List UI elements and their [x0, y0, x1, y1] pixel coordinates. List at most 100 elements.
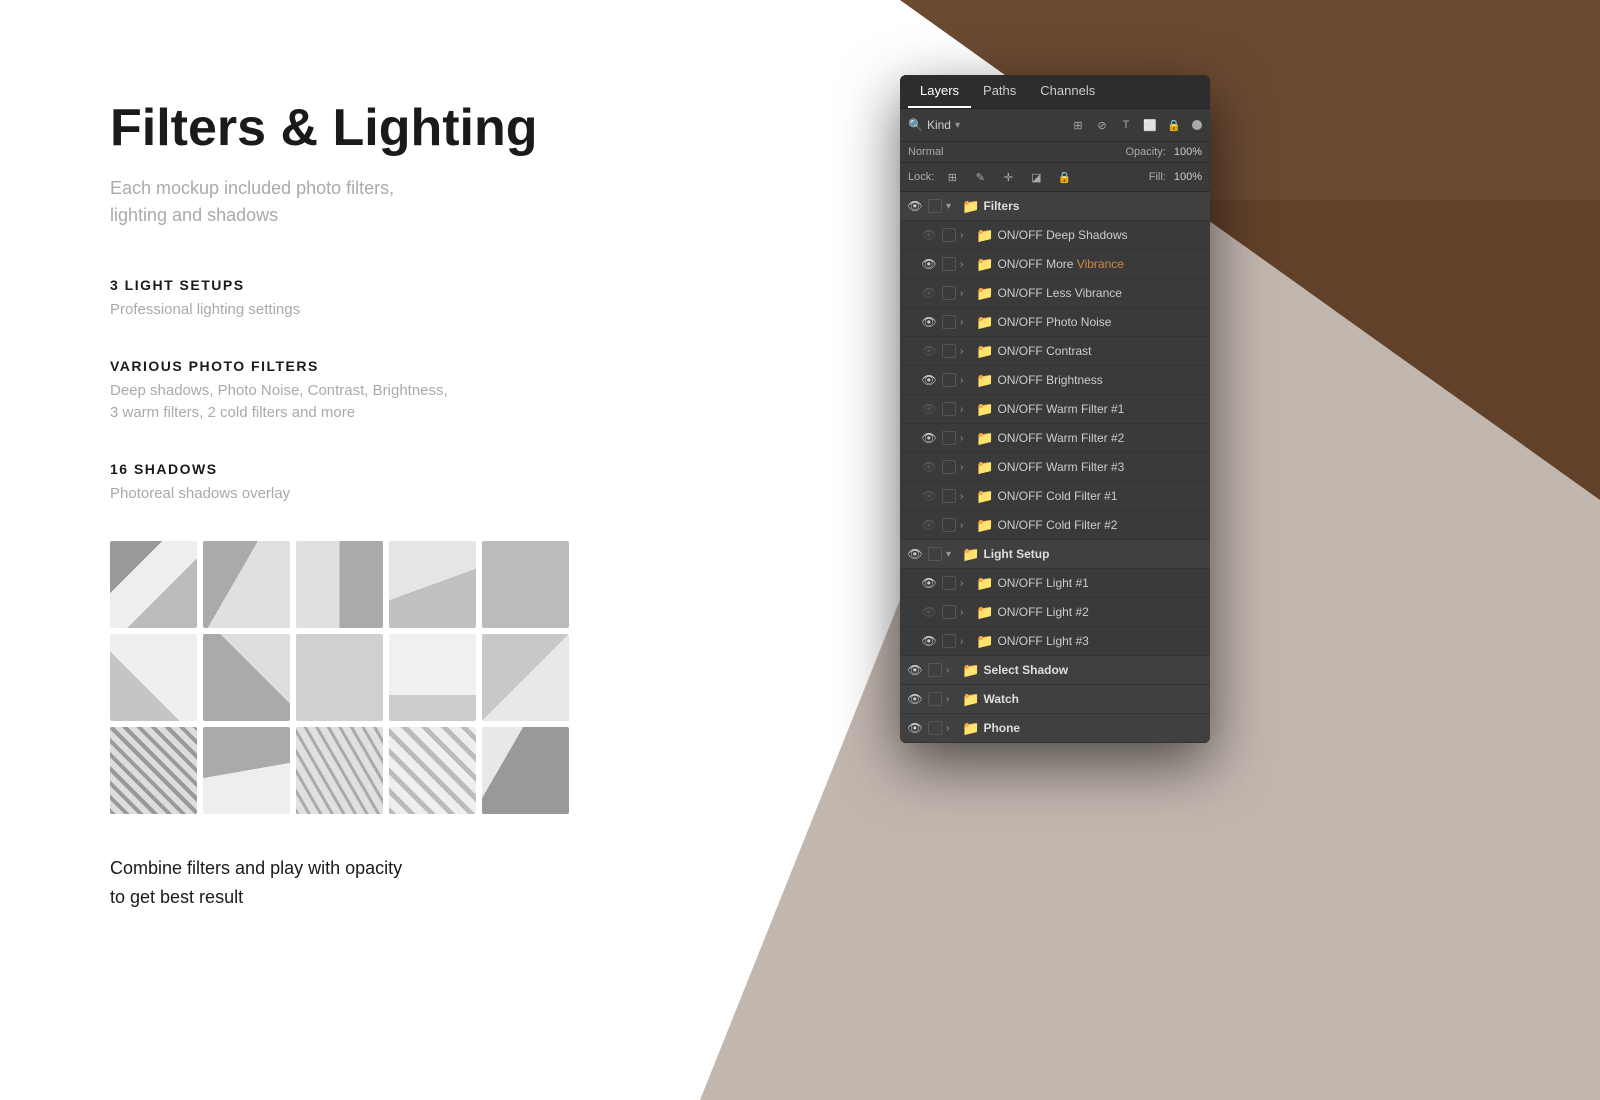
- expand-contrast[interactable]: ›: [960, 346, 972, 357]
- eye-light-3[interactable]: 👁: [920, 632, 938, 650]
- expand-less-vibrance[interactable]: ›: [960, 288, 972, 299]
- check-light-2: [942, 605, 956, 619]
- expand-light-1[interactable]: ›: [960, 578, 972, 589]
- layer-less-vibrance[interactable]: 👁 › 📁 ON/OFF Less Vibrance: [900, 279, 1210, 308]
- eye-brightness[interactable]: 👁: [920, 371, 938, 389]
- eye-phone[interactable]: 👁: [906, 719, 924, 737]
- group-watch-name: Watch: [983, 692, 1204, 706]
- layer-contrast[interactable]: 👁 › 📁 ON/OFF Contrast: [900, 337, 1210, 366]
- expand-cold-filter-1[interactable]: ›: [960, 491, 972, 502]
- layer-warm-filter-1[interactable]: 👁 › 📁 ON/OFF Warm Filter #1: [900, 395, 1210, 424]
- group-select-shadow[interactable]: 👁 › 📁 Select Shadow: [900, 656, 1210, 685]
- eye-select-shadow[interactable]: 👁: [906, 661, 924, 679]
- layer-cold-filter-1[interactable]: 👁 › 📁 ON/OFF Cold Filter #1: [900, 482, 1210, 511]
- check-deep-shadows: [942, 228, 956, 242]
- filter-toggle-dot[interactable]: [1192, 120, 1202, 130]
- opacity-value[interactable]: 100%: [1174, 146, 1202, 158]
- tab-paths[interactable]: Paths: [971, 75, 1028, 108]
- expand-cold-filter-2[interactable]: ›: [960, 520, 972, 531]
- eye-light-setup[interactable]: 👁: [906, 545, 924, 563]
- lock-icon-all[interactable]: 🔒: [1054, 167, 1074, 187]
- layer-more-vibrance[interactable]: 👁 › 📁 ON/OFF More Vibrance: [900, 250, 1210, 279]
- section-label-filters: Various Photo Filters: [110, 358, 790, 374]
- layer-more-vibrance-name: ON/OFF More Vibrance: [997, 257, 1204, 271]
- check-select-shadow: [928, 663, 942, 677]
- eye-warm-filter-1[interactable]: 👁: [920, 400, 938, 418]
- eye-cold-filter-1[interactable]: 👁: [920, 487, 938, 505]
- layer-contrast-name: ON/OFF Contrast: [997, 344, 1204, 358]
- group-phone[interactable]: 👁 › 📁 Phone: [900, 714, 1210, 743]
- check-phone: [928, 721, 942, 735]
- eye-watch[interactable]: 👁: [906, 690, 924, 708]
- fill-value[interactable]: 100%: [1174, 171, 1202, 183]
- eye-light-1[interactable]: 👁: [920, 574, 938, 592]
- filter-icon-text[interactable]: T: [1116, 115, 1136, 135]
- lock-icon-artboard[interactable]: ✛: [998, 167, 1018, 187]
- group-filters-name: Filters: [983, 199, 1204, 213]
- expand-warm-filter-1[interactable]: ›: [960, 404, 972, 415]
- expand-phone[interactable]: ›: [946, 723, 958, 734]
- expand-watch[interactable]: ›: [946, 694, 958, 705]
- shadow-thumb-3: [296, 541, 383, 628]
- eye-cold-filter-2[interactable]: 👁: [920, 516, 938, 534]
- shadow-thumb-4: [389, 541, 476, 628]
- shadow-thumb-5: [482, 541, 569, 628]
- lock-icon-draw[interactable]: ✎: [970, 167, 990, 187]
- lock-icon-move[interactable]: ⊞: [942, 167, 962, 187]
- expand-more-vibrance[interactable]: ›: [960, 259, 972, 270]
- eye-warm-filter-3[interactable]: 👁: [920, 458, 938, 476]
- tab-layers[interactable]: Layers: [908, 75, 971, 108]
- eye-filters[interactable]: 👁: [906, 197, 924, 215]
- layer-photo-noise-name: ON/OFF Photo Noise: [997, 315, 1204, 329]
- folder-warm-filter-2-icon: 📁: [976, 430, 993, 447]
- expand-warm-filter-3[interactable]: ›: [960, 462, 972, 473]
- folder-warm-filter-1-icon: 📁: [976, 401, 993, 418]
- expand-filters[interactable]: ▾: [946, 201, 958, 212]
- layer-cold-filter-2[interactable]: 👁 › 📁 ON/OFF Cold Filter #2: [900, 511, 1210, 540]
- eye-contrast[interactable]: 👁: [920, 342, 938, 360]
- filter-icon-shape[interactable]: ⬜: [1140, 115, 1160, 135]
- expand-deep-shadows[interactable]: ›: [960, 230, 972, 241]
- filter-icon-lock[interactable]: 🔒: [1164, 115, 1184, 135]
- group-watch[interactable]: 👁 › 📁 Watch: [900, 685, 1210, 714]
- filter-bar: 🔍 Kind ▾ ⊞ ⊘ T ⬜ 🔒: [900, 109, 1210, 142]
- filter-icon-circle[interactable]: ⊘: [1092, 115, 1112, 135]
- check-light-1: [942, 576, 956, 590]
- layer-light-3[interactable]: 👁 › 📁 ON/OFF Light #3: [900, 627, 1210, 656]
- layer-deep-shadows[interactable]: 👁 › 📁 ON/OFF Deep Shadows: [900, 221, 1210, 250]
- group-filters[interactable]: 👁 ▾ 📁 Filters: [900, 192, 1210, 221]
- group-select-shadow-name: Select Shadow: [983, 663, 1204, 677]
- eye-less-vibrance[interactable]: 👁: [920, 284, 938, 302]
- eye-photo-noise[interactable]: 👁: [920, 313, 938, 331]
- expand-warm-filter-2[interactable]: ›: [960, 433, 972, 444]
- expand-brightness[interactable]: ›: [960, 375, 972, 386]
- filter-icon-img[interactable]: ⊞: [1068, 115, 1088, 135]
- expand-light-3[interactable]: ›: [960, 636, 972, 647]
- eye-light-2[interactable]: 👁: [920, 603, 938, 621]
- layers-list: 👁 ▾ 📁 Filters 👁 › 📁 ON/OFF Deep Shadows …: [900, 192, 1210, 743]
- layer-warm-filter-2[interactable]: 👁 › 📁 ON/OFF Warm Filter #2: [900, 424, 1210, 453]
- layer-light-2[interactable]: 👁 › 📁 ON/OFF Light #2: [900, 598, 1210, 627]
- subtitle: Each mockup included photo filters,light…: [110, 175, 790, 229]
- eye-warm-filter-2[interactable]: 👁: [920, 429, 938, 447]
- layer-light-1[interactable]: 👁 › 📁 ON/OFF Light #1: [900, 569, 1210, 598]
- group-light-setup[interactable]: 👁 ▾ 📁 Light Setup: [900, 540, 1210, 569]
- eye-deep-shadows[interactable]: 👁: [920, 226, 938, 244]
- expand-light-2[interactable]: ›: [960, 607, 972, 618]
- layer-photo-noise[interactable]: 👁 › 📁 ON/OFF Photo Noise: [900, 308, 1210, 337]
- section-label-light: 3 Light Setups: [110, 277, 790, 293]
- search-icon: 🔍: [908, 118, 923, 132]
- layer-brightness[interactable]: 👁 › 📁 ON/OFF Brightness: [900, 366, 1210, 395]
- check-filters: [928, 199, 942, 213]
- section-label-shadows: 16 Shadows: [110, 461, 790, 477]
- expand-photo-noise[interactable]: ›: [960, 317, 972, 328]
- folder-brightness-icon: 📁: [976, 372, 993, 389]
- tab-channels[interactable]: Channels: [1028, 75, 1107, 108]
- section-desc-filters: Deep shadows, Photo Noise, Contrast, Bri…: [110, 380, 790, 425]
- expand-select-shadow[interactable]: ›: [946, 665, 958, 676]
- expand-light-setup[interactable]: ▾: [946, 549, 958, 560]
- folder-more-vibrance-icon: 📁: [976, 256, 993, 273]
- layer-warm-filter-3[interactable]: 👁 › 📁 ON/OFF Warm Filter #3: [900, 453, 1210, 482]
- eye-more-vibrance[interactable]: 👁: [920, 255, 938, 273]
- lock-icon-position[interactable]: ◪: [1026, 167, 1046, 187]
